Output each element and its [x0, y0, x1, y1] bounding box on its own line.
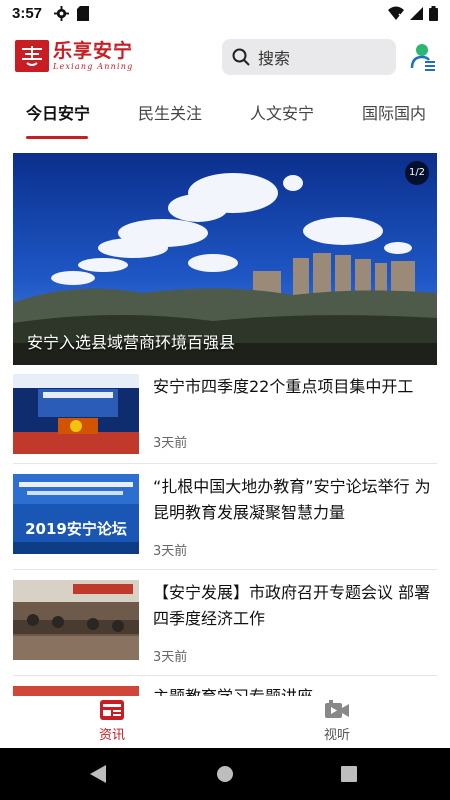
sd-card-icon [77, 5, 90, 21]
news-divider [13, 463, 437, 464]
news-time-1: 3天前 [153, 436, 188, 451]
news-thumbnail-4 [13, 686, 139, 696]
news-thumbnail-2-text: 2019安宁论坛 [25, 520, 127, 538]
search-icon [232, 48, 250, 66]
wifi-icon [388, 6, 404, 20]
news-item-3[interactable]: 【安宁发展】市政府召开专题会议 部署四季度经济工作 3天前 [13, 580, 437, 676]
status-time: 3:57 [12, 4, 43, 22]
nav-label-video: 视听 [323, 728, 350, 743]
nav-item-video[interactable]: 视听 [297, 700, 377, 743]
news-thumbnail-3 [13, 580, 139, 660]
logo-subtitle: Lexiang Anning [53, 62, 134, 71]
news-title-1: 安宁市四季度22个重点项目集中开工 [153, 377, 414, 396]
search-bar[interactable]: 搜索 [222, 39, 396, 75]
bottom-navigation: 资讯 视听 [0, 696, 450, 748]
recents-icon[interactable] [341, 766, 357, 782]
search-label: 搜索 [258, 49, 291, 68]
logo-title: 乐享安宁 [53, 40, 134, 62]
video-icon [325, 700, 349, 718]
news-title-3: 【安宁发展】市政府召开专题会议 部署四季度经济工作 [153, 583, 431, 628]
user-profile-icon[interactable] [410, 42, 436, 72]
news-item-2[interactable]: 2019安宁论坛 “扎根中国大地办教育”安宁论坛举行 为昆明教育发展凝聚智慧力量… [13, 474, 437, 570]
news-item-1[interactable]: 安宁市四季度22个重点项目集中开工 3天前 [13, 374, 437, 470]
news-time-2: 3天前 [153, 544, 188, 559]
banner-page-counter: 1/2 [405, 161, 429, 185]
cell-signal-icon [410, 6, 423, 20]
tab-livelihood[interactable]: 民生关注 [138, 98, 202, 130]
news-title-4: 主题教育学习专题讲座 [153, 686, 435, 696]
settings-gear-icon [54, 5, 70, 21]
app-header: 乐享安宁 Lexiang Anning 搜索 [0, 36, 450, 80]
banner-caption: 安宁入选县域营商环境百强县 [27, 333, 236, 352]
tab-today-anning[interactable]: 今日安宁 [26, 98, 90, 130]
news-thumbnail-2: 2019安宁论坛 [13, 474, 139, 554]
news-icon [100, 700, 124, 720]
status-bar: 3:57 [0, 0, 450, 26]
logo-mark-icon [15, 40, 49, 72]
battery-icon [429, 5, 438, 21]
tab-culture[interactable]: 人文安宁 [250, 98, 314, 130]
app-logo: 乐享安宁 Lexiang Anning [15, 40, 133, 72]
news-divider [13, 675, 437, 676]
banner-carousel[interactable]: 安宁入选县域营商环境百强县 1/2 [13, 153, 437, 365]
system-navigation-bar [0, 748, 450, 800]
back-icon[interactable] [90, 765, 106, 783]
active-tab-indicator [26, 136, 88, 139]
news-thumbnail-1 [13, 374, 139, 454]
news-divider [13, 569, 437, 570]
tab-international[interactable]: 国际国内 [362, 98, 426, 130]
nav-label-news: 资讯 [98, 728, 125, 743]
news-time-3: 3天前 [153, 650, 188, 665]
home-icon[interactable] [216, 765, 234, 783]
news-title-2: “扎根中国大地办教育”安宁论坛举行 为昆明教育发展凝聚智慧力量 [153, 477, 431, 522]
news-item-4[interactable]: 主题教育学习专题讲座 [13, 686, 437, 696]
category-tabs: 今日安宁 民生关注 人文安宁 国际国内 [0, 98, 450, 144]
nav-item-news[interactable]: 资讯 [72, 700, 152, 743]
